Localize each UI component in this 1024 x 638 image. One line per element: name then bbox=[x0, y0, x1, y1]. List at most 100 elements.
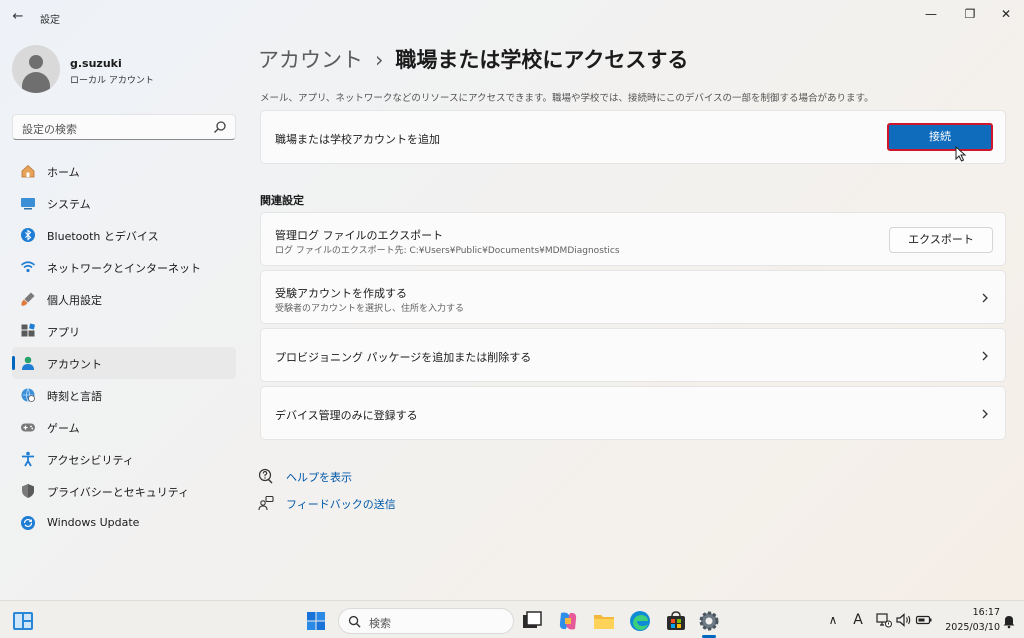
export-logs-subtitle: ログ ファイルのエクスポート先: C:¥Users¥Public¥Documen… bbox=[275, 246, 620, 256]
sidebar-item-accounts[interactable]: アカウント bbox=[12, 347, 236, 379]
account-icon bbox=[22, 356, 34, 370]
breadcrumb-separator: › bbox=[375, 48, 384, 72]
sidebar-item-time-language[interactable]: 時刻と言語 bbox=[12, 379, 236, 411]
help-link-label[interactable]: ヘルプを表示 bbox=[286, 469, 352, 485]
sidebar-item-system[interactable]: システム bbox=[12, 187, 236, 219]
close-button[interactable]: ✕ bbox=[991, 4, 1021, 24]
battery-icon[interactable] bbox=[915, 611, 933, 629]
sidebar-item-accessibility[interactable]: アクセシビリティ bbox=[12, 443, 236, 475]
sidebar-item-label: ホーム bbox=[47, 166, 80, 179]
task-view-icon[interactable] bbox=[520, 609, 544, 633]
user-profile[interactable]: g.suzuki ローカル アカウント bbox=[12, 45, 242, 97]
related-settings-heading: 関連設定 bbox=[260, 194, 304, 207]
ime-indicator[interactable]: A bbox=[849, 611, 867, 629]
enroll-title: デバイス管理のみに登録する bbox=[275, 409, 418, 422]
sidebar-item-label: アプリ bbox=[47, 326, 80, 339]
sidebar-item-personalization[interactable]: 個人用設定 bbox=[12, 283, 236, 315]
sidebar-item-label: Windows Update bbox=[47, 516, 140, 529]
minimize-button[interactable]: — bbox=[916, 4, 946, 24]
sidebar-item-label: システム bbox=[47, 198, 91, 211]
notification-bell-icon[interactable] bbox=[1001, 613, 1017, 629]
system-icon bbox=[21, 198, 35, 210]
mouse-cursor-icon bbox=[955, 146, 967, 162]
page-title: 職場または学校にアクセスする bbox=[395, 48, 689, 72]
clock-date[interactable]: 2025/03/10 bbox=[938, 622, 1000, 633]
maximize-button[interactable]: ❐ bbox=[955, 4, 985, 24]
sidebar-item-bluetooth[interactable]: Bluetooth とデバイス bbox=[12, 219, 236, 251]
bluetooth-icon bbox=[21, 228, 35, 242]
sidebar-item-windows-update[interactable]: Windows Update bbox=[12, 507, 236, 539]
connect-button[interactable]: 接続 bbox=[887, 123, 993, 151]
sidebar-item-apps[interactable]: アプリ bbox=[12, 315, 236, 347]
test-account-subtitle: 受験者のアカウントを選択し、住所を入力する bbox=[275, 304, 465, 314]
sidebar-item-label: Bluetooth とデバイス bbox=[47, 230, 159, 243]
apps-icon bbox=[21, 323, 35, 337]
test-account-title: 受験アカウントを作成する bbox=[275, 287, 407, 300]
search-placeholder: 設定の検索 bbox=[22, 123, 77, 136]
sidebar-nav: ホーム システム Bluetooth とデバイス ネットワークとインターネット … bbox=[12, 155, 236, 539]
gamepad-icon bbox=[21, 423, 35, 432]
volume-icon[interactable] bbox=[895, 611, 913, 629]
home-icon bbox=[21, 164, 35, 178]
username: g.suzuki bbox=[70, 57, 122, 70]
help-link[interactable]: ヘルプを表示 bbox=[258, 468, 378, 484]
title-bar: ← 設定 — ❐ ✕ bbox=[0, 0, 1024, 34]
account-type: ローカル アカウント bbox=[70, 76, 154, 86]
wifi-icon bbox=[20, 261, 36, 273]
breadcrumb-parent[interactable]: アカウント bbox=[258, 48, 363, 72]
export-logs-card: 管理ログ ファイルのエクスポート ログ ファイルのエクスポート先: C:¥Use… bbox=[260, 212, 1006, 266]
export-logs-title: 管理ログ ファイルのエクスポート bbox=[275, 229, 444, 242]
chevron-right-icon bbox=[982, 293, 988, 303]
provisioning-title: プロビジョニング パッケージを追加または削除する bbox=[275, 351, 532, 364]
edge-browser-icon[interactable] bbox=[628, 609, 652, 633]
network-status-icon[interactable] bbox=[875, 611, 893, 629]
settings-search-input[interactable]: 設定の検索 bbox=[12, 114, 236, 140]
chevron-right-icon bbox=[982, 409, 988, 419]
taskbar: 検索 ∧ A 16:17 2025/03/10 bbox=[0, 600, 1024, 638]
sidebar-item-label: プライバシーとセキュリティ bbox=[47, 486, 190, 499]
file-explorer-icon[interactable] bbox=[592, 609, 616, 633]
feedback-icon bbox=[258, 495, 274, 511]
widgets-icon[interactable] bbox=[12, 610, 34, 632]
search-icon bbox=[214, 121, 226, 133]
avatar bbox=[12, 45, 60, 93]
chevron-right-icon bbox=[982, 351, 988, 361]
brush-icon bbox=[21, 292, 35, 306]
taskbar-search-placeholder: 検索 bbox=[369, 617, 391, 630]
sidebar-item-network[interactable]: ネットワークとインターネット bbox=[12, 251, 236, 283]
settings-gear-icon[interactable] bbox=[697, 609, 721, 633]
add-work-school-account-card: 職場または学校アカウントを追加 接続 bbox=[260, 110, 1006, 164]
tray-overflow-chevron-icon[interactable]: ∧ bbox=[824, 611, 842, 629]
export-button[interactable]: エクスポート bbox=[889, 227, 993, 253]
sidebar-item-gaming[interactable]: ゲーム bbox=[12, 411, 236, 443]
accessibility-icon bbox=[22, 451, 34, 467]
feedback-link[interactable]: フィードバックの送信 bbox=[258, 495, 398, 511]
sidebar-item-label: アクセシビリティ bbox=[47, 454, 134, 467]
sidebar-item-label: 時刻と言語 bbox=[47, 390, 102, 403]
copilot-icon[interactable] bbox=[556, 609, 580, 633]
add-account-label: 職場または学校アカウントを追加 bbox=[275, 133, 440, 146]
sidebar-item-label: ネットワークとインターネット bbox=[47, 262, 201, 275]
breadcrumb: アカウント › 職場または学校にアクセスする bbox=[258, 44, 688, 74]
feedback-link-label[interactable]: フィードバックの送信 bbox=[286, 496, 396, 512]
search-icon bbox=[348, 615, 361, 628]
help-icon bbox=[258, 468, 273, 484]
start-button-icon[interactable] bbox=[306, 611, 326, 631]
sidebar-item-privacy[interactable]: プライバシーとセキュリティ bbox=[12, 475, 236, 507]
sidebar-item-label: 個人用設定 bbox=[47, 294, 102, 307]
enroll-device-management-card[interactable]: デバイス管理のみに登録する bbox=[260, 386, 1006, 440]
sidebar-item-home[interactable]: ホーム bbox=[12, 155, 236, 187]
taskbar-search-input[interactable]: 検索 bbox=[338, 608, 514, 634]
clock-time[interactable]: 16:17 bbox=[960, 607, 1000, 618]
back-arrow-icon[interactable]: ← bbox=[10, 9, 26, 25]
test-taking-account-card[interactable]: 受験アカウントを作成する 受験者のアカウントを選択し、住所を入力する bbox=[260, 270, 1006, 324]
update-icon bbox=[21, 516, 35, 530]
sidebar-item-label: ゲーム bbox=[47, 422, 80, 435]
sidebar-item-label: アカウント bbox=[47, 358, 102, 371]
shield-icon bbox=[22, 484, 34, 498]
provisioning-package-card[interactable]: プロビジョニング パッケージを追加または削除する bbox=[260, 328, 1006, 382]
microsoft-store-icon[interactable] bbox=[664, 609, 688, 633]
page-description: メール、アプリ、ネットワークなどのリソースにアクセスできます。職場や学校では、接… bbox=[260, 93, 874, 104]
window-title: 設定 bbox=[40, 15, 60, 26]
globe-clock-icon bbox=[21, 388, 35, 403]
